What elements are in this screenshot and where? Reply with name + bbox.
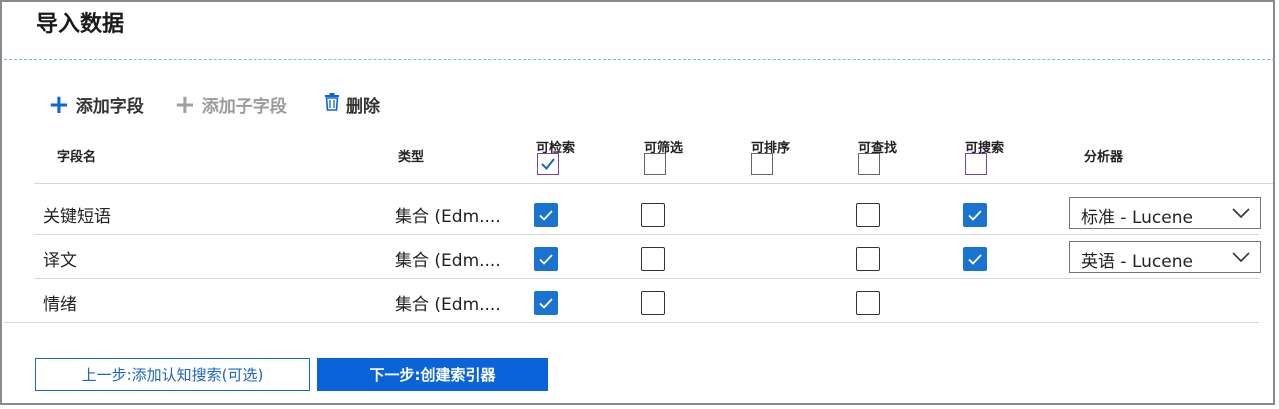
row-facetable-checkbox[interactable] <box>856 203 880 227</box>
row-searchable-checkbox[interactable] <box>963 247 987 271</box>
header-sortable-checkbox[interactable] <box>751 153 773 175</box>
analyzer-dropdown[interactable]: 英语 - Lucene <box>1069 241 1261 273</box>
table-bottom-divider <box>4 322 1259 323</box>
row-field-type: 集合 (Edm.... <box>395 207 501 227</box>
header-facetable-checkbox[interactable] <box>858 153 880 175</box>
header-analyzer: 分析器 <box>1084 150 1124 165</box>
analyzer-dropdown[interactable]: 标准 - Lucene <box>1069 197 1261 229</box>
analyzer-value: 标准 - Lucene <box>1081 208 1193 228</box>
row-field-name: 译文 <box>43 251 77 271</box>
row-divider <box>34 278 1259 279</box>
plus-icon: + <box>48 89 70 120</box>
next-step-button[interactable]: 下一步:创建索引器 <box>317 358 548 391</box>
delete-label: 删除 <box>346 97 380 117</box>
row-searchable-checkbox[interactable] <box>963 203 987 227</box>
row-facetable-checkbox[interactable] <box>856 247 880 271</box>
analyzer-value: 英语 - Lucene <box>1081 252 1193 272</box>
row-field-name: 情绪 <box>43 295 77 315</box>
row-retrievable-checkbox[interactable] <box>534 247 558 271</box>
check-icon <box>539 210 553 221</box>
check-icon <box>539 254 553 265</box>
trash-icon <box>324 93 340 116</box>
add-subfield-button[interactable]: + 添加子字段 <box>174 89 287 120</box>
check-icon <box>968 210 982 221</box>
row-divider <box>34 234 1259 235</box>
check-icon <box>968 254 982 265</box>
row-filterable-checkbox[interactable] <box>641 203 665 227</box>
header-field-name: 字段名 <box>57 150 97 165</box>
header-searchable-checkbox[interactable] <box>965 153 987 175</box>
delete-button[interactable]: 删除 <box>324 92 380 117</box>
header-type: 类型 <box>398 150 425 165</box>
previous-step-button[interactable]: 上一步:添加认知搜索(可选) <box>35 358 310 391</box>
header-divider <box>34 183 1273 184</box>
chevron-down-icon <box>1232 252 1250 263</box>
row-field-type: 集合 (Edm.... <box>395 251 501 271</box>
plus-icon: + <box>174 89 196 120</box>
check-icon <box>541 158 555 171</box>
chevron-down-icon <box>1232 208 1250 219</box>
header-filterable-checkbox[interactable] <box>644 153 666 175</box>
row-field-type: 集合 (Edm.... <box>395 295 501 315</box>
row-filterable-checkbox[interactable] <box>641 291 665 315</box>
check-icon <box>539 298 553 309</box>
add-field-label: 添加字段 <box>75 97 144 117</box>
add-field-button[interactable]: + 添加字段 <box>48 89 144 120</box>
header-retrievable-checkbox[interactable] <box>537 153 559 175</box>
row-retrievable-checkbox[interactable] <box>534 291 558 315</box>
row-field-name: 关键短语 <box>43 207 111 227</box>
add-subfield-label: 添加子字段 <box>201 97 287 117</box>
row-retrievable-checkbox[interactable] <box>534 203 558 227</box>
page-title: 导入数据 <box>36 12 125 37</box>
row-filterable-checkbox[interactable] <box>641 247 665 271</box>
title-divider <box>4 59 1275 60</box>
row-facetable-checkbox[interactable] <box>856 291 880 315</box>
